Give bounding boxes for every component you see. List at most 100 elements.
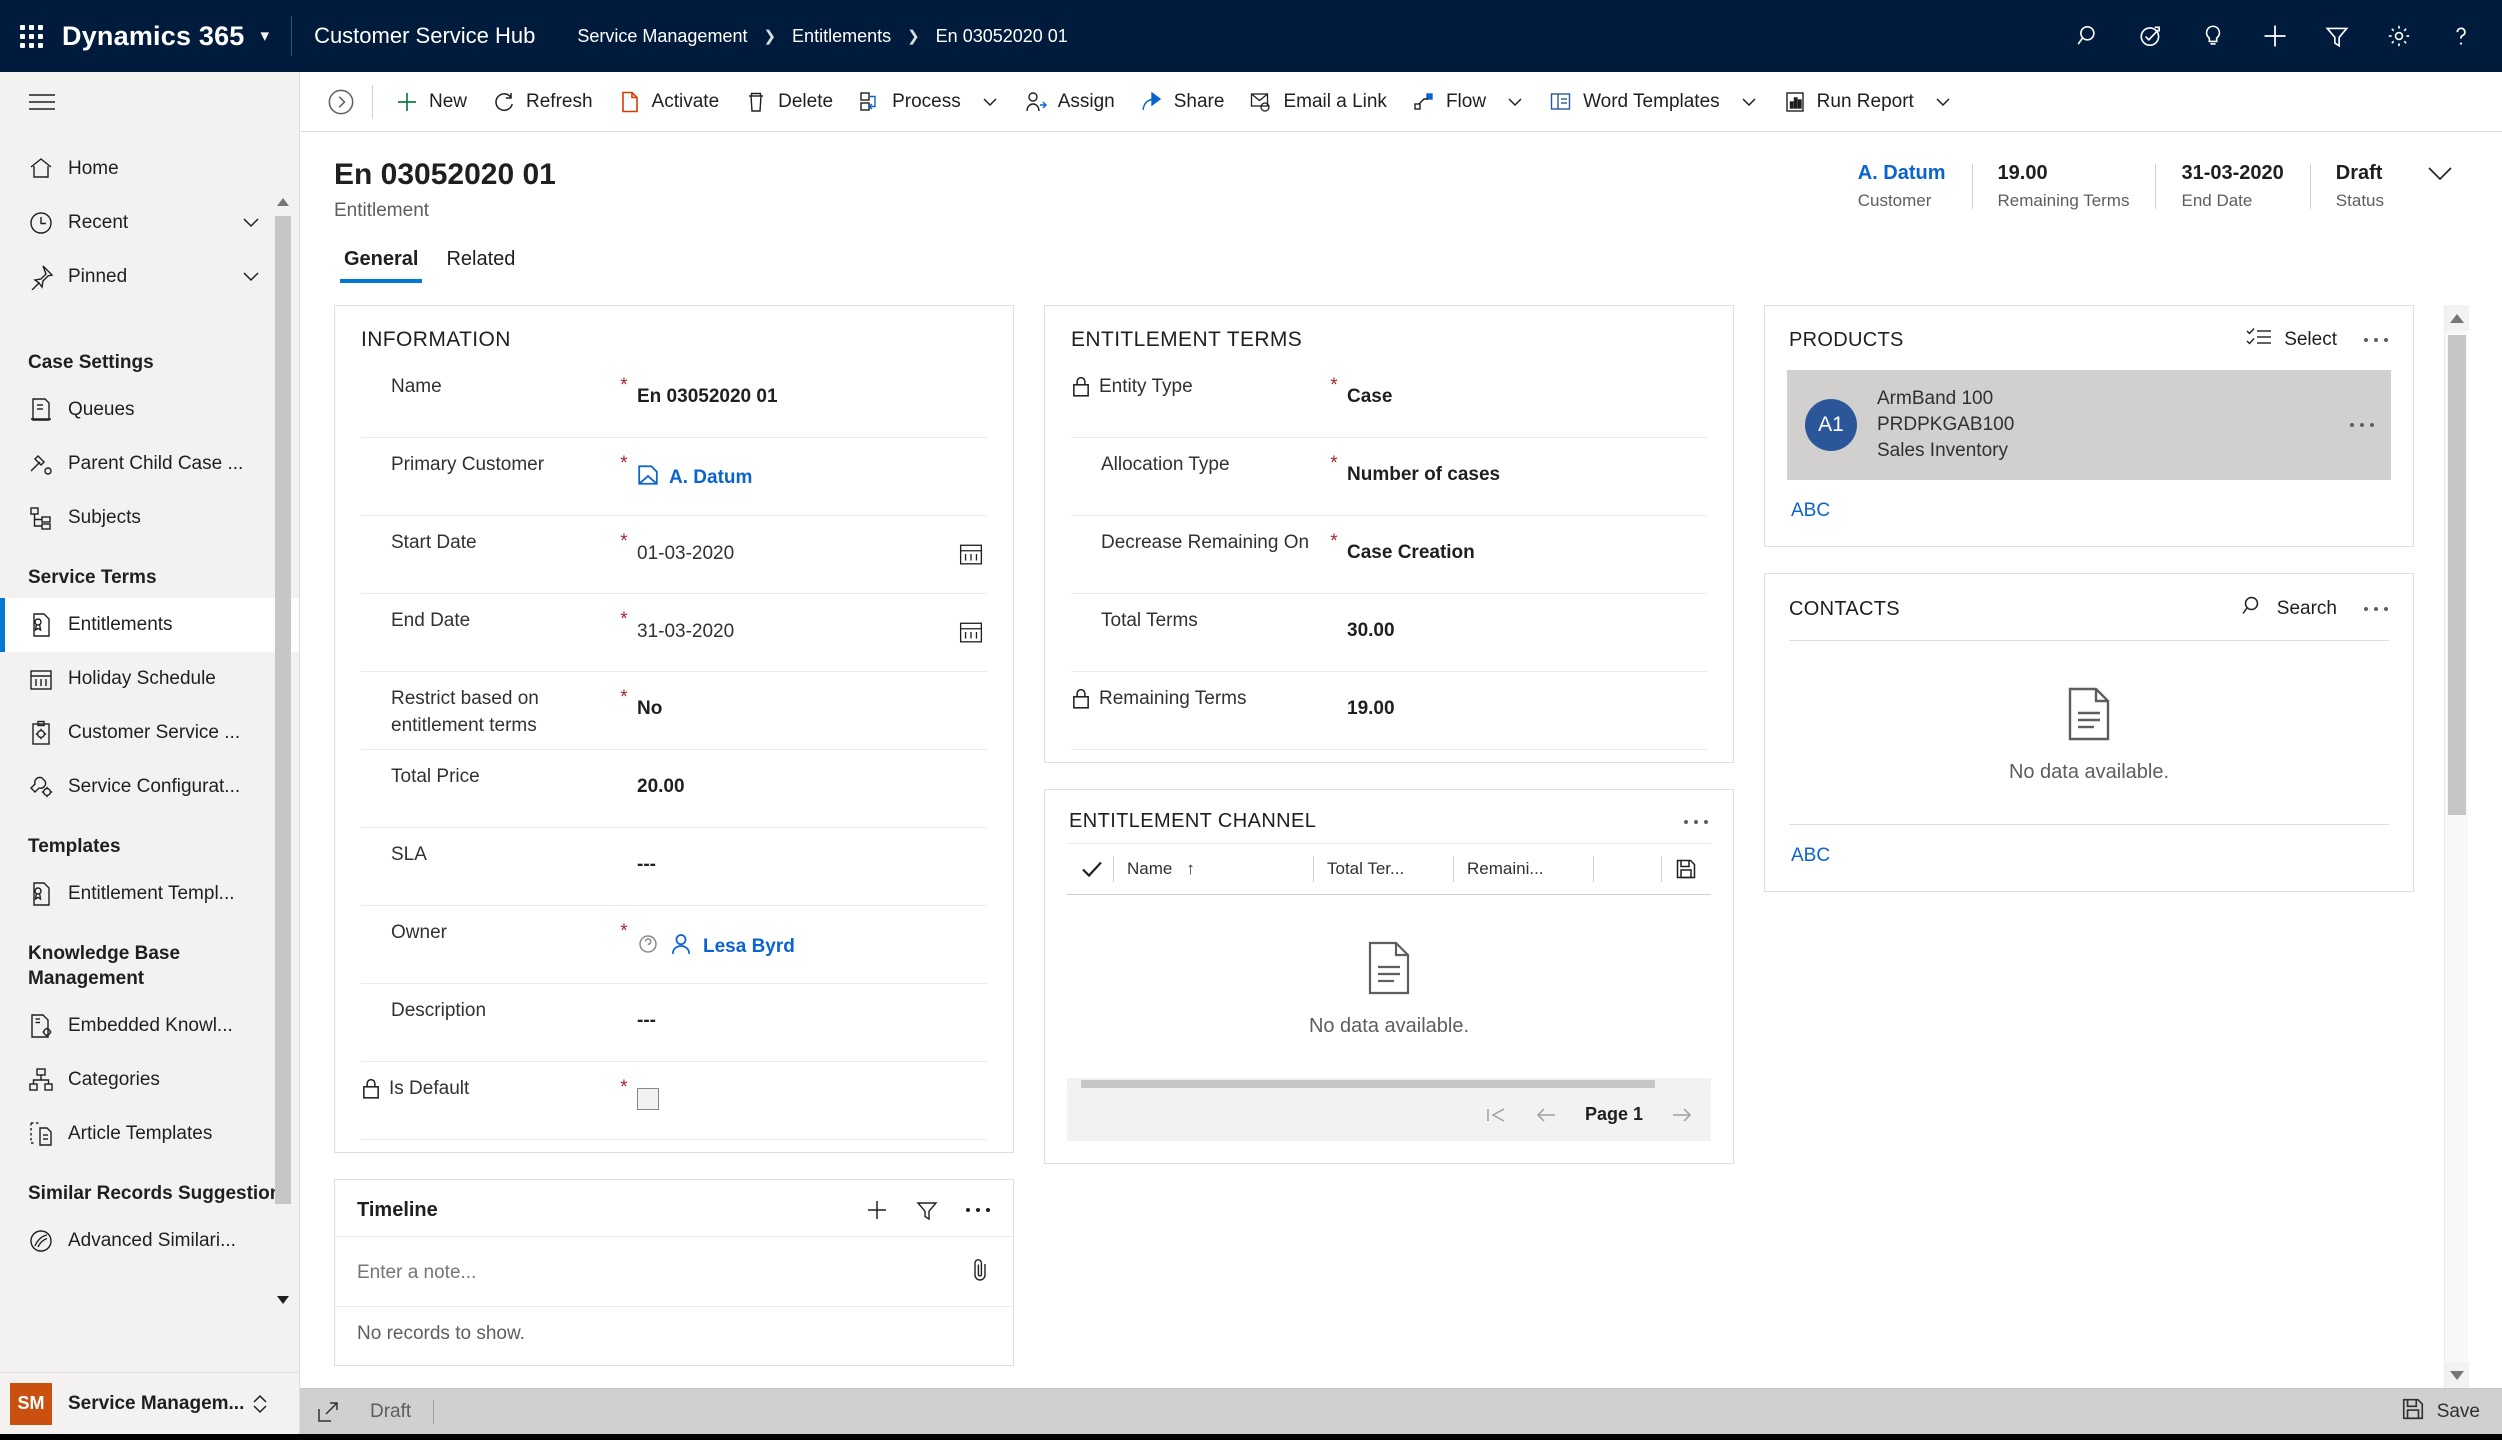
- command-flow-chevron-down-icon[interactable]: [1499, 80, 1537, 124]
- form-scroll-up-arrow-icon[interactable]: [2445, 305, 2469, 332]
- sidebar-item-entitlement-templ[interactable]: Entitlement Templ...: [0, 867, 299, 921]
- search-icon[interactable]: [2058, 0, 2120, 72]
- sidebar-item-queues[interactable]: Queues: [0, 383, 299, 437]
- filter-icon[interactable]: [2306, 0, 2368, 72]
- command-activate[interactable]: Activate: [606, 80, 733, 124]
- field-checkbox[interactable]: [637, 1088, 659, 1111]
- subgrid-select-all-checkmark-icon[interactable]: [1067, 844, 1113, 894]
- area-switcher-updown-icon[interactable]: [250, 1392, 270, 1416]
- product-more-dots-icon[interactable]: [2349, 421, 2375, 429]
- subgrid-column-name[interactable]: Name ↑: [1113, 844, 1313, 894]
- field-value[interactable]: ---: [637, 854, 656, 876]
- calendar-picker-icon[interactable]: [959, 542, 987, 566]
- tab-related[interactable]: Related: [436, 240, 525, 283]
- field-value[interactable]: Number of cases: [1347, 464, 1500, 486]
- command-run-report-chevron-down-icon[interactable]: [1927, 80, 1965, 124]
- chevron-down-icon[interactable]: [239, 214, 263, 232]
- sidebar-item-customer-service[interactable]: Customer Service ...: [0, 706, 299, 760]
- command-refresh[interactable]: Refresh: [480, 80, 606, 124]
- record-header-expand-chevron-icon[interactable]: [2410, 158, 2468, 182]
- timeline-filter-funnel-icon[interactable]: [915, 1198, 939, 1222]
- sidebar-item-entitlements[interactable]: Entitlements: [0, 598, 299, 653]
- sidebar-item-categories[interactable]: Categories: [0, 1053, 299, 1107]
- sidebar-item-recent[interactable]: Recent: [0, 196, 299, 250]
- sidebar-item-holiday-schedule[interactable]: Holiday Schedule: [0, 652, 299, 706]
- field-value[interactable]: 31-03-2020: [637, 621, 734, 643]
- settings-gear-icon[interactable]: [2368, 0, 2430, 72]
- sitemap-toggle-hamburger-icon[interactable]: [0, 72, 299, 132]
- sidebar-item-advanced-similari[interactable]: Advanced Similari...: [0, 1214, 299, 1268]
- pager-next-page-icon[interactable]: [1671, 1106, 1693, 1124]
- command-flow[interactable]: Flow: [1400, 80, 1499, 124]
- products-select-button[interactable]: Select: [2246, 326, 2337, 354]
- field-value[interactable]: Case Creation: [1347, 542, 1475, 564]
- sidebar-item-embedded-knowl[interactable]: Embedded Knowl...: [0, 999, 299, 1053]
- tab-general[interactable]: General: [334, 240, 428, 284]
- sitemap-scroll-up-arrow-icon[interactable]: [275, 192, 291, 212]
- command-email-a-link[interactable]: Email a Link: [1237, 80, 1400, 124]
- chevron-down-icon[interactable]: [239, 268, 263, 286]
- save-button[interactable]: Save: [2401, 1397, 2480, 1427]
- contacts-search-button[interactable]: Search: [2241, 594, 2337, 624]
- subgrid-save-disk-icon[interactable]: [1661, 844, 1711, 894]
- form-vertical-scrollbar[interactable]: [2444, 305, 2469, 1388]
- form-scroll-down-arrow-icon[interactable]: [2445, 1362, 2469, 1388]
- command-bar-collapse-icon[interactable]: [314, 88, 368, 116]
- command-word-templates[interactable]: Word Templates: [1537, 80, 1733, 124]
- status-expand-icon[interactable]: [316, 1400, 370, 1424]
- product-list-item[interactable]: A1 ArmBand 100 PRDPKGAB100 Sales Inventory: [1787, 370, 2391, 481]
- sidebar-item-pinned[interactable]: Pinned: [0, 250, 299, 304]
- app-launcher-button[interactable]: [0, 0, 62, 72]
- products-more-dots-icon[interactable]: [2351, 336, 2389, 344]
- sidebar-item-home[interactable]: Home: [0, 142, 299, 196]
- breadcrumb-item-0[interactable]: Service Management: [569, 24, 755, 49]
- sitemap-scroll-down-arrow-icon[interactable]: [275, 1290, 291, 1310]
- timeline-add-plus-icon[interactable]: [865, 1198, 889, 1222]
- command-run-report[interactable]: Run Report: [1771, 80, 1927, 124]
- timeline-attach-paperclip-icon[interactable]: [969, 1257, 991, 1288]
- command-process[interactable]: Process: [846, 80, 974, 124]
- sidebar-item-parent-child-case[interactable]: Parent Child Case ...: [0, 437, 299, 491]
- brand-chevron-down-icon[interactable]: ▾: [261, 26, 270, 46]
- pager-first-page-icon[interactable]: [1485, 1106, 1507, 1124]
- area-switcher[interactable]: SM Service Managem...: [0, 1372, 299, 1434]
- subgrid-column-total-terms[interactable]: Total Ter...: [1313, 844, 1453, 894]
- sitemap-scrollbar[interactable]: [275, 192, 291, 1310]
- field-value-link[interactable]: Lesa Byrd: [703, 936, 795, 958]
- timeline-more-dots-icon[interactable]: [965, 1206, 991, 1214]
- contacts-more-dots-icon[interactable]: [2351, 605, 2389, 613]
- subgrid-column-remaining-terms[interactable]: Remaini...: [1453, 844, 1593, 894]
- products-footer-link[interactable]: ABC: [1765, 480, 2413, 546]
- field-value-link[interactable]: A. Datum: [669, 467, 752, 489]
- assistant-icon[interactable]: [2120, 0, 2182, 72]
- sidebar-item-service-configurat[interactable]: Service Configurat...: [0, 760, 299, 814]
- breadcrumb-item-1[interactable]: Entitlements: [784, 24, 899, 49]
- field-value[interactable]: 20.00: [637, 776, 685, 798]
- help-question-icon[interactable]: [2430, 0, 2492, 72]
- calendar-picker-icon[interactable]: [959, 620, 987, 644]
- pager-previous-page-icon[interactable]: [1535, 1106, 1557, 1124]
- field-value[interactable]: 01-03-2020: [637, 543, 734, 565]
- header-stat-value[interactable]: A. Datum: [1858, 162, 1946, 185]
- field-value[interactable]: 19.00: [1347, 698, 1395, 720]
- sidebar-item-subjects[interactable]: Subjects: [0, 491, 299, 545]
- field-value[interactable]: No: [637, 698, 662, 720]
- field-value[interactable]: En 03052020 01: [637, 386, 778, 408]
- command-new[interactable]: New: [383, 80, 480, 124]
- command-delete[interactable]: Delete: [732, 80, 846, 124]
- timeline-note-input[interactable]: [357, 1261, 969, 1284]
- field-value[interactable]: Case: [1347, 386, 1392, 408]
- sidebar-item-article-templates[interactable]: Article Templates: [0, 1107, 299, 1161]
- entitlement-channel-more-dots-icon[interactable]: [1683, 818, 1709, 826]
- form-scroll-thumb[interactable]: [2448, 335, 2466, 816]
- command-assign[interactable]: Assign: [1012, 80, 1128, 124]
- command-share[interactable]: Share: [1128, 80, 1238, 124]
- sitemap-scroll-thumb[interactable]: [275, 216, 291, 1204]
- command-word-templates-chevron-down-icon[interactable]: [1733, 80, 1771, 124]
- insights-lightbulb-icon[interactable]: [2182, 0, 2244, 72]
- field-value[interactable]: ---: [637, 1010, 656, 1032]
- command-process-chevron-down-icon[interactable]: [974, 80, 1012, 124]
- subgrid-horizontal-scrollbar[interactable]: [1067, 1078, 1711, 1091]
- quick-create-plus-icon[interactable]: [2244, 0, 2306, 72]
- field-value[interactable]: 30.00: [1347, 620, 1395, 642]
